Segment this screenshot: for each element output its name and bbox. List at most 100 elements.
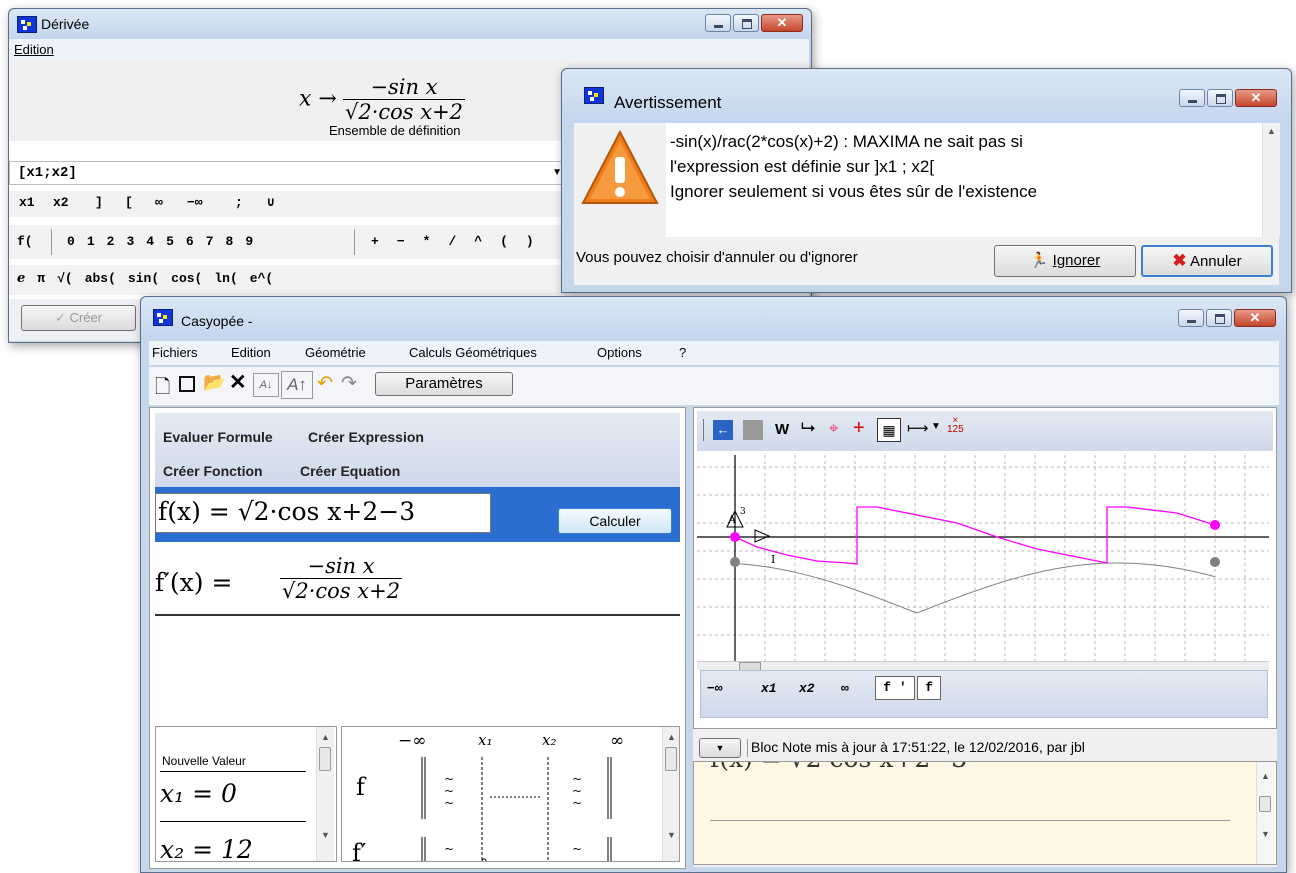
key-digit[interactable]: 4 [146,234,154,249]
key-digit[interactable]: 8 [226,234,234,249]
menu-calculs[interactable]: Calculs Géométriques [409,345,537,360]
crosshair-dashed-icon[interactable]: ⌖ [829,419,839,439]
close-button[interactable]: ✕ [1235,89,1277,107]
key-minus[interactable]: − [397,234,405,249]
key-digit[interactable]: 6 [186,234,194,249]
ignore-button[interactable]: 🏃 Ignorer [994,245,1136,277]
message-scrollbar[interactable]: ▲ [1262,123,1280,237]
color-square-icon[interactable] [743,420,763,440]
function-graph[interactable]: A 3 I [697,455,1269,661]
axes-icon[interactable]: ⮡ [801,417,815,438]
undo-icon[interactable]: ↶ [317,372,333,395]
font-larger-icon[interactable]: A↑ [281,371,313,399]
values-scrollbar[interactable]: ▲ ▼ [316,727,334,861]
curve-point[interactable] [1210,557,1220,567]
key-paren-open[interactable]: ( [500,234,508,249]
menu-geometrie[interactable]: Géométrie [305,345,366,360]
scroll-thumb[interactable] [665,747,677,771]
key-sin[interactable]: sin( [128,271,159,286]
scroll-down-icon[interactable]: ▼ [317,827,334,844]
curve-point[interactable] [730,532,740,542]
scroll-up-icon[interactable]: ▲ [663,729,679,746]
close-button[interactable]: ✕ [1234,309,1276,327]
curve-point[interactable] [730,557,740,567]
create-function-button[interactable]: Créer Fonction [163,463,263,479]
key-bracket-close[interactable]: ] [95,195,103,210]
calculate-button[interactable]: Calculer [558,508,672,534]
delete-icon[interactable]: ✕ [229,370,247,395]
note-editor[interactable]: f(x) = √2·cos x+2−3 ▲ ▼ [693,761,1277,865]
table-scrollbar[interactable]: ▲ ▼ [662,727,679,861]
key-bracket-open[interactable]: [ [125,195,133,210]
key-digit[interactable]: 1 [87,234,95,249]
key-semicolon[interactable]: ; [235,195,243,210]
create-button[interactable]: ✓ Créer [21,305,136,331]
new-file-icon[interactable]: 🗋 [155,373,170,405]
function-input[interactable]: f(x) = √2·cos x+2−3 [155,493,491,533]
menu-help[interactable]: ? [679,345,686,360]
scroll-up-icon[interactable]: ▲ [317,729,334,746]
open-folder-icon[interactable]: 📂 [203,372,225,393]
key-digit[interactable]: 2 [107,234,115,249]
domain-combo[interactable]: [x1;x2] ▼ [9,161,567,185]
graph-x-button[interactable]: −∞ [707,681,723,696]
minimize-button[interactable] [1179,89,1205,107]
key-exp[interactable]: e^( [250,271,273,286]
key-infinity[interactable]: ∞ [155,195,163,210]
key-digit[interactable]: 5 [166,234,174,249]
scale-icon[interactable]: × 125 [947,416,964,435]
scroll-up-icon[interactable]: ▲ [1257,768,1274,785]
graph-h-scrollbar[interactable] [697,661,1269,671]
graph-x-button[interactable]: ∞ [841,681,849,696]
scroll-up-icon[interactable]: ▲ [1263,123,1280,140]
grid-icon[interactable]: ▦ [877,418,901,442]
derivee-titlebar[interactable]: Dérivée ✕ [9,9,811,39]
cancel-button[interactable]: ✖ Annuler [1141,245,1273,277]
maximize-button[interactable] [733,14,759,32]
font-smaller-icon[interactable]: A↓ [253,373,279,397]
graph-x-button[interactable]: x1 [761,681,777,696]
key-f[interactable]: f( [17,234,33,249]
scroll-down-icon[interactable]: ▼ [1257,826,1274,843]
curve-point[interactable] [1210,520,1220,530]
save-icon[interactable] [179,376,195,392]
graph-x-button[interactable]: x2 [799,681,815,696]
warning-titlebar[interactable]: Avertissement ✕ [562,69,1291,123]
key-x2[interactable]: x2 [53,195,69,210]
key-cos[interactable]: cos( [171,271,202,286]
key-times[interactable]: * [423,234,431,249]
key-e[interactable]: e [17,271,25,286]
maximize-button[interactable] [1206,309,1232,327]
menu-edition[interactable]: Edition [231,345,271,360]
evaluate-formula-button[interactable]: Evaluer Formule [163,429,273,445]
scroll-down-icon[interactable]: ▼ [663,827,679,844]
maximize-button[interactable] [1207,89,1233,107]
redo-icon[interactable]: ↷ [341,372,357,395]
pointer-icon[interactable] [754,529,771,543]
create-equation-button[interactable]: Créer Equation [300,463,400,479]
key-abs[interactable]: abs( [85,271,116,286]
menu-fichiers[interactable]: Fichiers [152,345,198,360]
note-scrollbar[interactable]: ▲ ▼ [1256,762,1274,864]
chevron-down-icon[interactable]: ▼ [931,421,941,432]
key-digit[interactable]: 7 [206,234,214,249]
crosshair-icon[interactable]: + [853,417,865,440]
key-minus-infinity[interactable]: −∞ [187,195,203,210]
graph-fprime-button[interactable]: f ' [875,676,915,700]
minimize-button[interactable] [1178,309,1204,327]
graph-f-button[interactable]: f [917,676,941,700]
key-divide[interactable]: / [448,234,456,249]
key-pi[interactable]: π [37,271,45,286]
casyopee-titlebar[interactable]: Casyopée - ✕ [141,297,1286,339]
close-button[interactable]: ✕ [761,14,803,32]
key-digit[interactable]: 9 [245,234,253,249]
create-expression-button[interactable]: Créer Expression [308,429,424,445]
key-digit[interactable]: 0 [67,234,75,249]
menu-options[interactable]: Options [597,345,642,360]
parameters-button[interactable]: Paramètres [375,372,513,396]
menu-edition[interactable]: Edition [9,39,59,60]
key-ln[interactable]: ln( [214,271,237,286]
key-union[interactable]: ∪ [267,195,275,210]
minimize-button[interactable] [705,14,731,32]
note-toggle-button[interactable]: ▼ [699,738,741,758]
